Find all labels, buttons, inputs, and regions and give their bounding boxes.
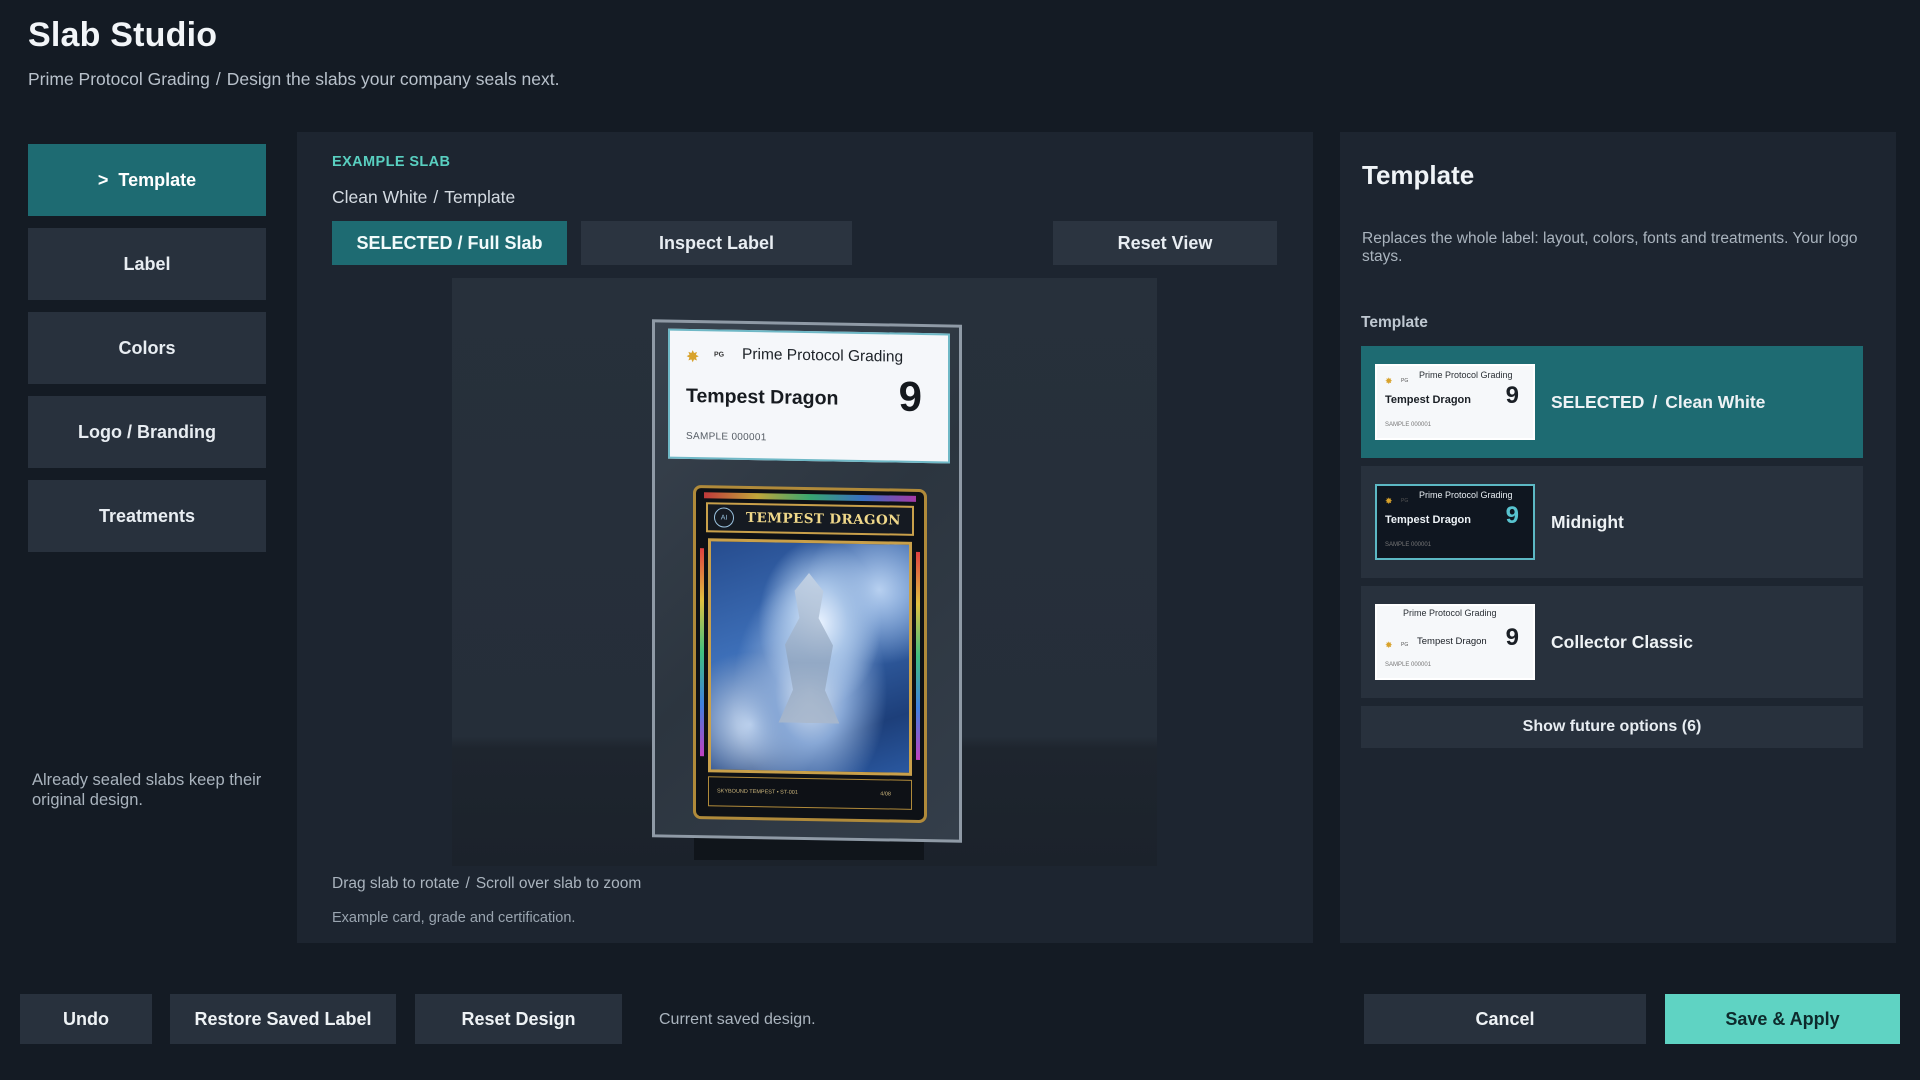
thumb-grade: 9 — [1505, 624, 1519, 651]
thumb-logo-mini: PG — [1401, 378, 1409, 384]
label-cert-number: SAMPLE 000001 — [686, 430, 767, 444]
nav-item-label: Label — [123, 253, 171, 274]
card-rainbow-edge — [704, 492, 916, 502]
card-number: 4/08 — [880, 791, 891, 798]
show-future-options-button[interactable]: Show future options (6) — [1361, 706, 1863, 748]
card-rainbow-side — [700, 548, 704, 757]
chevron-right-icon: > — [97, 169, 109, 190]
star-logo-icon: ✸ — [686, 348, 700, 367]
save-apply-button[interactable]: Save & Apply — [1665, 994, 1900, 1044]
breadcrumb: Prime Protocol Grading / Design the slabs … — [28, 69, 559, 90]
inspect-label-button[interactable]: Inspect Label — [581, 221, 852, 265]
breadcrumb-tagline: Design the slabs your company seals next… — [226, 69, 560, 89]
thumb-company: Prime Protocol Grading — [1419, 370, 1513, 380]
card-badge-icon: AI — [714, 507, 734, 528]
template-option-label: SELECTED / Clean White — [1551, 346, 1765, 458]
preview-section-name: Template — [444, 187, 516, 207]
preview-breadcrumb-separator: / — [433, 187, 439, 207]
nav-item-template[interactable]: > Template — [28, 144, 266, 216]
panel-title: Template — [1362, 160, 1475, 190]
card-titlebar: AI TEMPEST DRAGON — [706, 502, 914, 536]
thumb-card-name: Tempest Dragon — [1385, 394, 1471, 406]
template-panel: Template Replaces the whole label: layou… — [1340, 132, 1896, 943]
thumb-company: Prime Protocol Grading — [1403, 608, 1497, 618]
nav-item-label: Treatments — [98, 505, 196, 526]
nav-item-label: Template — [118, 169, 197, 190]
star-logo-icon: ✸ — [1385, 496, 1393, 506]
label-card-name: Tempest Dragon — [686, 384, 839, 410]
thumb-logo-mini: PG — [1401, 498, 1409, 504]
full-slab-button[interactable]: SELECTED / Full Slab — [332, 221, 567, 265]
nav-item-treatments[interactable]: Treatments — [28, 480, 266, 552]
label-grade: 9 — [898, 372, 922, 421]
option-separator: / — [1652, 391, 1658, 412]
logo-mini-text: PG — [714, 351, 725, 359]
example-slab-eyebrow: EXAMPLE SLAB — [332, 154, 451, 170]
header: Slab Studio Prime Protocol Grading / Desig… — [28, 16, 559, 90]
thumb-grade: 9 — [1505, 382, 1519, 409]
rotate-hint: Drag slab to rotate — [332, 875, 460, 892]
template-name: Clean White — [1665, 391, 1766, 412]
slab-label: ✸ PG Prime Protocol Grading Tempest Drag… — [668, 328, 950, 464]
preview-breadcrumb: Clean White / Template — [332, 187, 515, 208]
template-option-label: Midnight — [1551, 466, 1624, 578]
slab-3d-preview[interactable]: ✸ PG Prime Protocol Grading Tempest Drag… — [652, 319, 962, 843]
template-option-clean-white[interactable]: ✸ PG Prime Protocol Grading Tempest Drag… — [1361, 346, 1863, 458]
thumb-company: Prime Protocol Grading — [1419, 490, 1513, 500]
card-footer: SKYBOUND TEMPEST • ST-001 4/08 — [708, 776, 912, 810]
breadcrumb-company: Prime Protocol Grading — [28, 69, 210, 89]
breadcrumb-separator: / — [215, 69, 221, 89]
thumb-card-name: Tempest Dragon — [1385, 514, 1471, 526]
thumb-logo-mini: PG — [1401, 642, 1409, 648]
template-option-midnight[interactable]: ✸ PG Prime Protocol Grading Tempest Drag… — [1361, 466, 1863, 578]
nav-item-label: Colors — [118, 337, 176, 358]
label-company: Prime Protocol Grading — [742, 345, 904, 366]
template-name: Midnight — [1551, 511, 1624, 532]
sidebar-nav: > Template Label Colors Logo / Branding … — [28, 144, 266, 564]
section-heading: Template — [1361, 314, 1428, 331]
save-status: Current saved design. — [659, 1011, 816, 1028]
template-option-label: Collector Classic — [1551, 586, 1693, 698]
interaction-hint: Drag slab to rotate / Scroll over slab to … — [332, 875, 641, 893]
app-title: Slab Studio — [28, 16, 218, 54]
star-logo-icon: ✸ — [1385, 640, 1393, 650]
template-thumbnail: ✸ PG Prime Protocol Grading Tempest Drag… — [1375, 364, 1535, 440]
star-logo-icon: ✸ — [1385, 376, 1393, 386]
preview-panel: EXAMPLE SLAB Clean White / Template SELECT… — [297, 132, 1313, 943]
zoom-hint: Scroll over slab to zoom — [475, 875, 642, 892]
card-title: TEMPEST DRAGON — [746, 509, 901, 529]
panel-description: Replaces the whole label: layout, colors… — [1362, 230, 1858, 265]
nav-item-logo-branding[interactable]: Logo / Branding — [28, 396, 266, 468]
undo-button[interactable]: Undo — [20, 994, 152, 1044]
dragon-artwork — [708, 538, 912, 776]
thumb-cert: SAMPLE 000001 — [1385, 662, 1432, 668]
card-rainbow-side — [916, 551, 920, 760]
template-option-collector-classic[interactable]: Prime Protocol Grading ✸ PG Tempest Drag… — [1361, 586, 1863, 698]
selected-prefix: SELECTED — [1551, 391, 1645, 412]
template-thumbnail: ✸ PG Prime Protocol Grading Tempest Drag… — [1375, 484, 1535, 560]
nav-item-colors[interactable]: Colors — [28, 312, 266, 384]
sealed-slabs-note: Already sealed slabs keep their original… — [32, 771, 262, 809]
example-hint: Example card, grade and certification. — [332, 910, 576, 926]
trading-card: AI TEMPEST DRAGON SKYBOUND TEMPEST • ST-… — [693, 485, 927, 824]
preview-template-name: Clean White — [332, 187, 428, 207]
slab-viewport[interactable]: ✸ PG Prime Protocol Grading Tempest Drag… — [452, 278, 1157, 866]
restore-saved-label-button[interactable]: Restore Saved Label — [170, 994, 396, 1044]
nav-item-label: Logo / Branding — [78, 421, 216, 442]
thumb-cert: SAMPLE 000001 — [1385, 542, 1432, 548]
reset-design-button[interactable]: Reset Design — [415, 994, 622, 1044]
thumb-grade: 9 — [1505, 502, 1519, 529]
nav-item-label-tab[interactable]: Label — [28, 228, 266, 300]
thumb-card-name: Tempest Dragon — [1417, 636, 1487, 647]
reset-view-button[interactable]: Reset View — [1053, 221, 1277, 265]
thumb-cert: SAMPLE 000001 — [1385, 422, 1432, 428]
card-set-info: SKYBOUND TEMPEST • ST-001 — [717, 788, 798, 796]
template-thumbnail: Prime Protocol Grading ✸ PG Tempest Drag… — [1375, 604, 1535, 680]
cancel-button[interactable]: Cancel — [1364, 994, 1646, 1044]
template-name: Collector Classic — [1551, 631, 1693, 652]
hint-separator: / — [465, 875, 470, 892]
